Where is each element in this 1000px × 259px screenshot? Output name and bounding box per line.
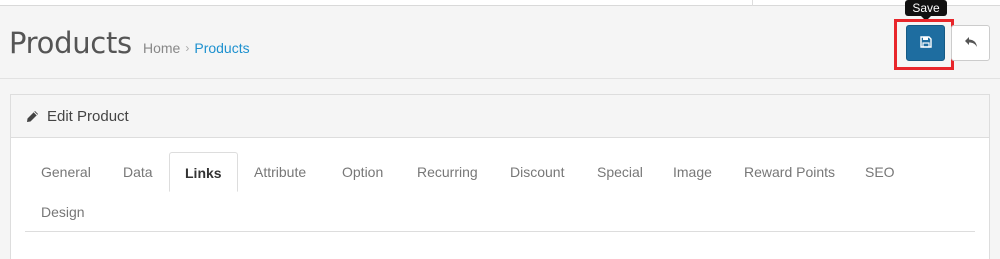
tabs-underline <box>25 231 975 232</box>
back-button[interactable] <box>951 25 990 61</box>
breadcrumb-home-link[interactable]: Home <box>143 40 180 56</box>
tab-special[interactable]: Special <box>597 152 643 192</box>
top-bar <box>0 0 1000 6</box>
panel-title: Edit Product <box>47 107 129 125</box>
header-divider <box>0 78 1000 79</box>
tab-seo[interactable]: SEO <box>865 152 895 192</box>
tab-design[interactable]: Design <box>41 192 85 232</box>
top-bar-divider <box>752 0 753 6</box>
page-title: Products <box>9 26 132 60</box>
breadcrumb-separator: › <box>185 41 190 55</box>
reply-arrow-icon <box>964 36 978 51</box>
tab-discount[interactable]: Discount <box>510 152 564 192</box>
pencil-icon <box>26 110 39 123</box>
tab-reward-points[interactable]: Reward Points <box>744 152 835 192</box>
tab-general[interactable]: General <box>41 152 91 192</box>
breadcrumb: Home › Products <box>143 40 250 56</box>
breadcrumb-products-link[interactable]: Products <box>194 40 249 56</box>
save-button[interactable] <box>906 25 945 61</box>
edit-product-panel: Edit Product General Data Links Attribut… <box>10 94 990 259</box>
tab-attribute[interactable]: Attribute <box>254 152 306 192</box>
tab-links[interactable]: Links <box>169 152 238 192</box>
save-tooltip: Save <box>905 0 947 16</box>
tab-data[interactable]: Data <box>123 152 153 192</box>
floppy-disk-icon <box>919 35 932 51</box>
tab-image[interactable]: Image <box>673 152 712 192</box>
tab-recurring[interactable]: Recurring <box>417 152 478 192</box>
panel-heading: Edit Product <box>11 95 989 138</box>
tab-option[interactable]: Option <box>342 152 383 192</box>
